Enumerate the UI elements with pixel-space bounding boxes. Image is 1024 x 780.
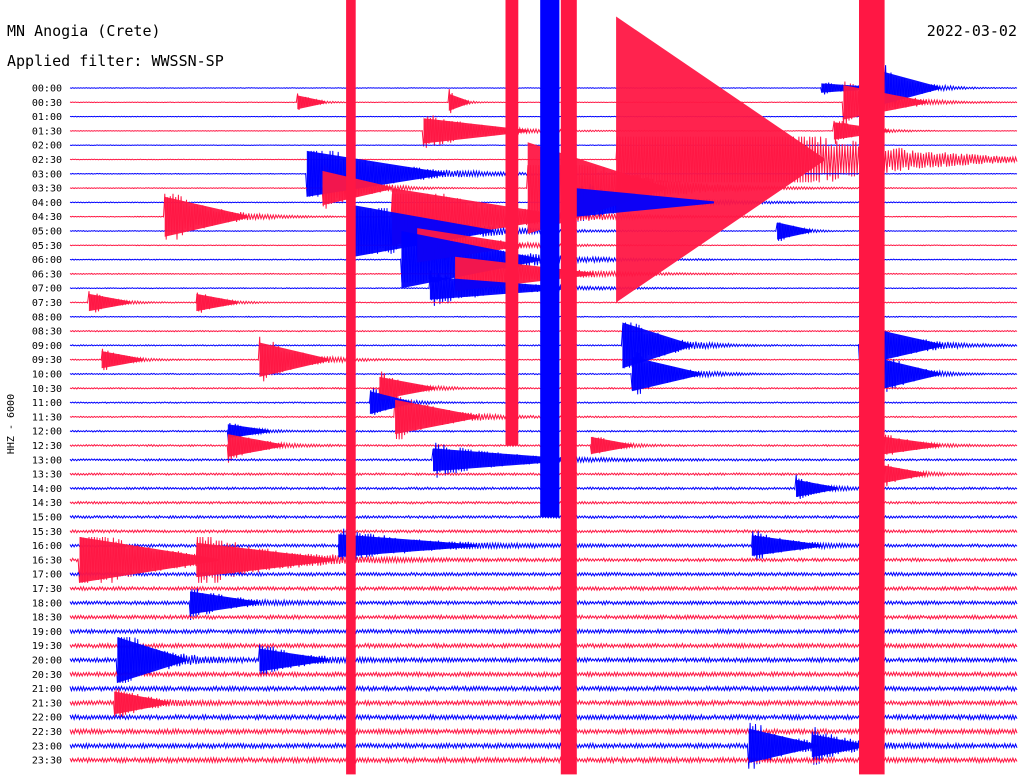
- filter-label: Applied filter: WWSSN-SP: [7, 52, 224, 70]
- row-time-label: 05:00: [32, 227, 62, 238]
- row-time-label: 06:30: [32, 269, 62, 280]
- row-time-label: 09:30: [32, 355, 62, 366]
- row-time-label: 16:30: [32, 555, 62, 566]
- row-time-label: 03:00: [32, 169, 62, 180]
- row-time-label: 14:00: [32, 484, 62, 495]
- row-time-label: 07:00: [32, 284, 62, 295]
- row-time-label: 00:00: [32, 84, 62, 95]
- row-time-label: 21:00: [32, 684, 62, 695]
- row-time-label: 10:30: [32, 384, 62, 395]
- row-time-label: 22:00: [32, 713, 62, 724]
- row-time-label: 04:00: [32, 198, 62, 209]
- row-time-label: 17:00: [32, 570, 62, 581]
- row-time-label: 05:30: [32, 241, 62, 252]
- row-time-label: 08:30: [32, 327, 62, 338]
- row-time-label: 15:00: [32, 513, 62, 524]
- row-time-label: 14:30: [32, 498, 62, 509]
- row-time-label: 00:30: [32, 98, 62, 109]
- row-time-label: 19:00: [32, 627, 62, 638]
- row-time-label: 13:30: [32, 470, 62, 481]
- row-time-label: 15:30: [32, 527, 62, 538]
- row-time-label: 12:00: [32, 427, 62, 438]
- row-time-label: 10:00: [32, 370, 62, 381]
- row-time-label: 08:00: [32, 312, 62, 323]
- row-time-label: 02:30: [32, 155, 62, 166]
- row-time-label: 16:00: [32, 541, 62, 552]
- row-time-label: 02:00: [32, 141, 62, 152]
- row-time-label: 18:30: [32, 613, 62, 624]
- row-time-label: 23:30: [32, 756, 62, 767]
- row-time-label: 11:00: [32, 398, 62, 409]
- long-event-band-2: [560, 0, 577, 775]
- row-time-label: 23:00: [32, 741, 62, 752]
- row-time-label: 13:00: [32, 455, 62, 466]
- row-time-label: 18:00: [32, 598, 62, 609]
- row-time-label: 19:30: [32, 641, 62, 652]
- long-event-band-1: [505, 0, 519, 446]
- row-time-label: 22:30: [32, 727, 62, 738]
- helicorder-chart: 00:00 00:30 01:00 01:30 02:00 02:30 03:00 03:30…: [0, 0, 1024, 780]
- long-event-band-4: [859, 0, 885, 775]
- row-time-label: 20:30: [32, 670, 62, 681]
- row-time-label: 01:30: [32, 126, 62, 137]
- row-time-label: 09:00: [32, 341, 62, 352]
- date-label: 2022-03-02: [927, 22, 1017, 40]
- row-time-label: 03:30: [32, 184, 62, 195]
- row-time-label: 04:30: [32, 212, 62, 223]
- long-event-band-0: [346, 0, 356, 775]
- row-time-label: 21:30: [32, 698, 62, 709]
- row-time-label: 12:30: [32, 441, 62, 452]
- row-time-label: 11:30: [32, 412, 62, 423]
- row-time-label: 17:30: [32, 584, 62, 595]
- row-time-label: 07:30: [32, 298, 62, 309]
- long-event-band-3: [540, 0, 560, 517]
- row-time-label: 20:00: [32, 656, 62, 667]
- row-time-label: 06:00: [32, 255, 62, 266]
- row-time-label: 01:00: [32, 112, 62, 123]
- station-title: MN Anogia (Crete): [7, 22, 161, 40]
- channel-label: HHZ - 6000: [6, 394, 17, 454]
